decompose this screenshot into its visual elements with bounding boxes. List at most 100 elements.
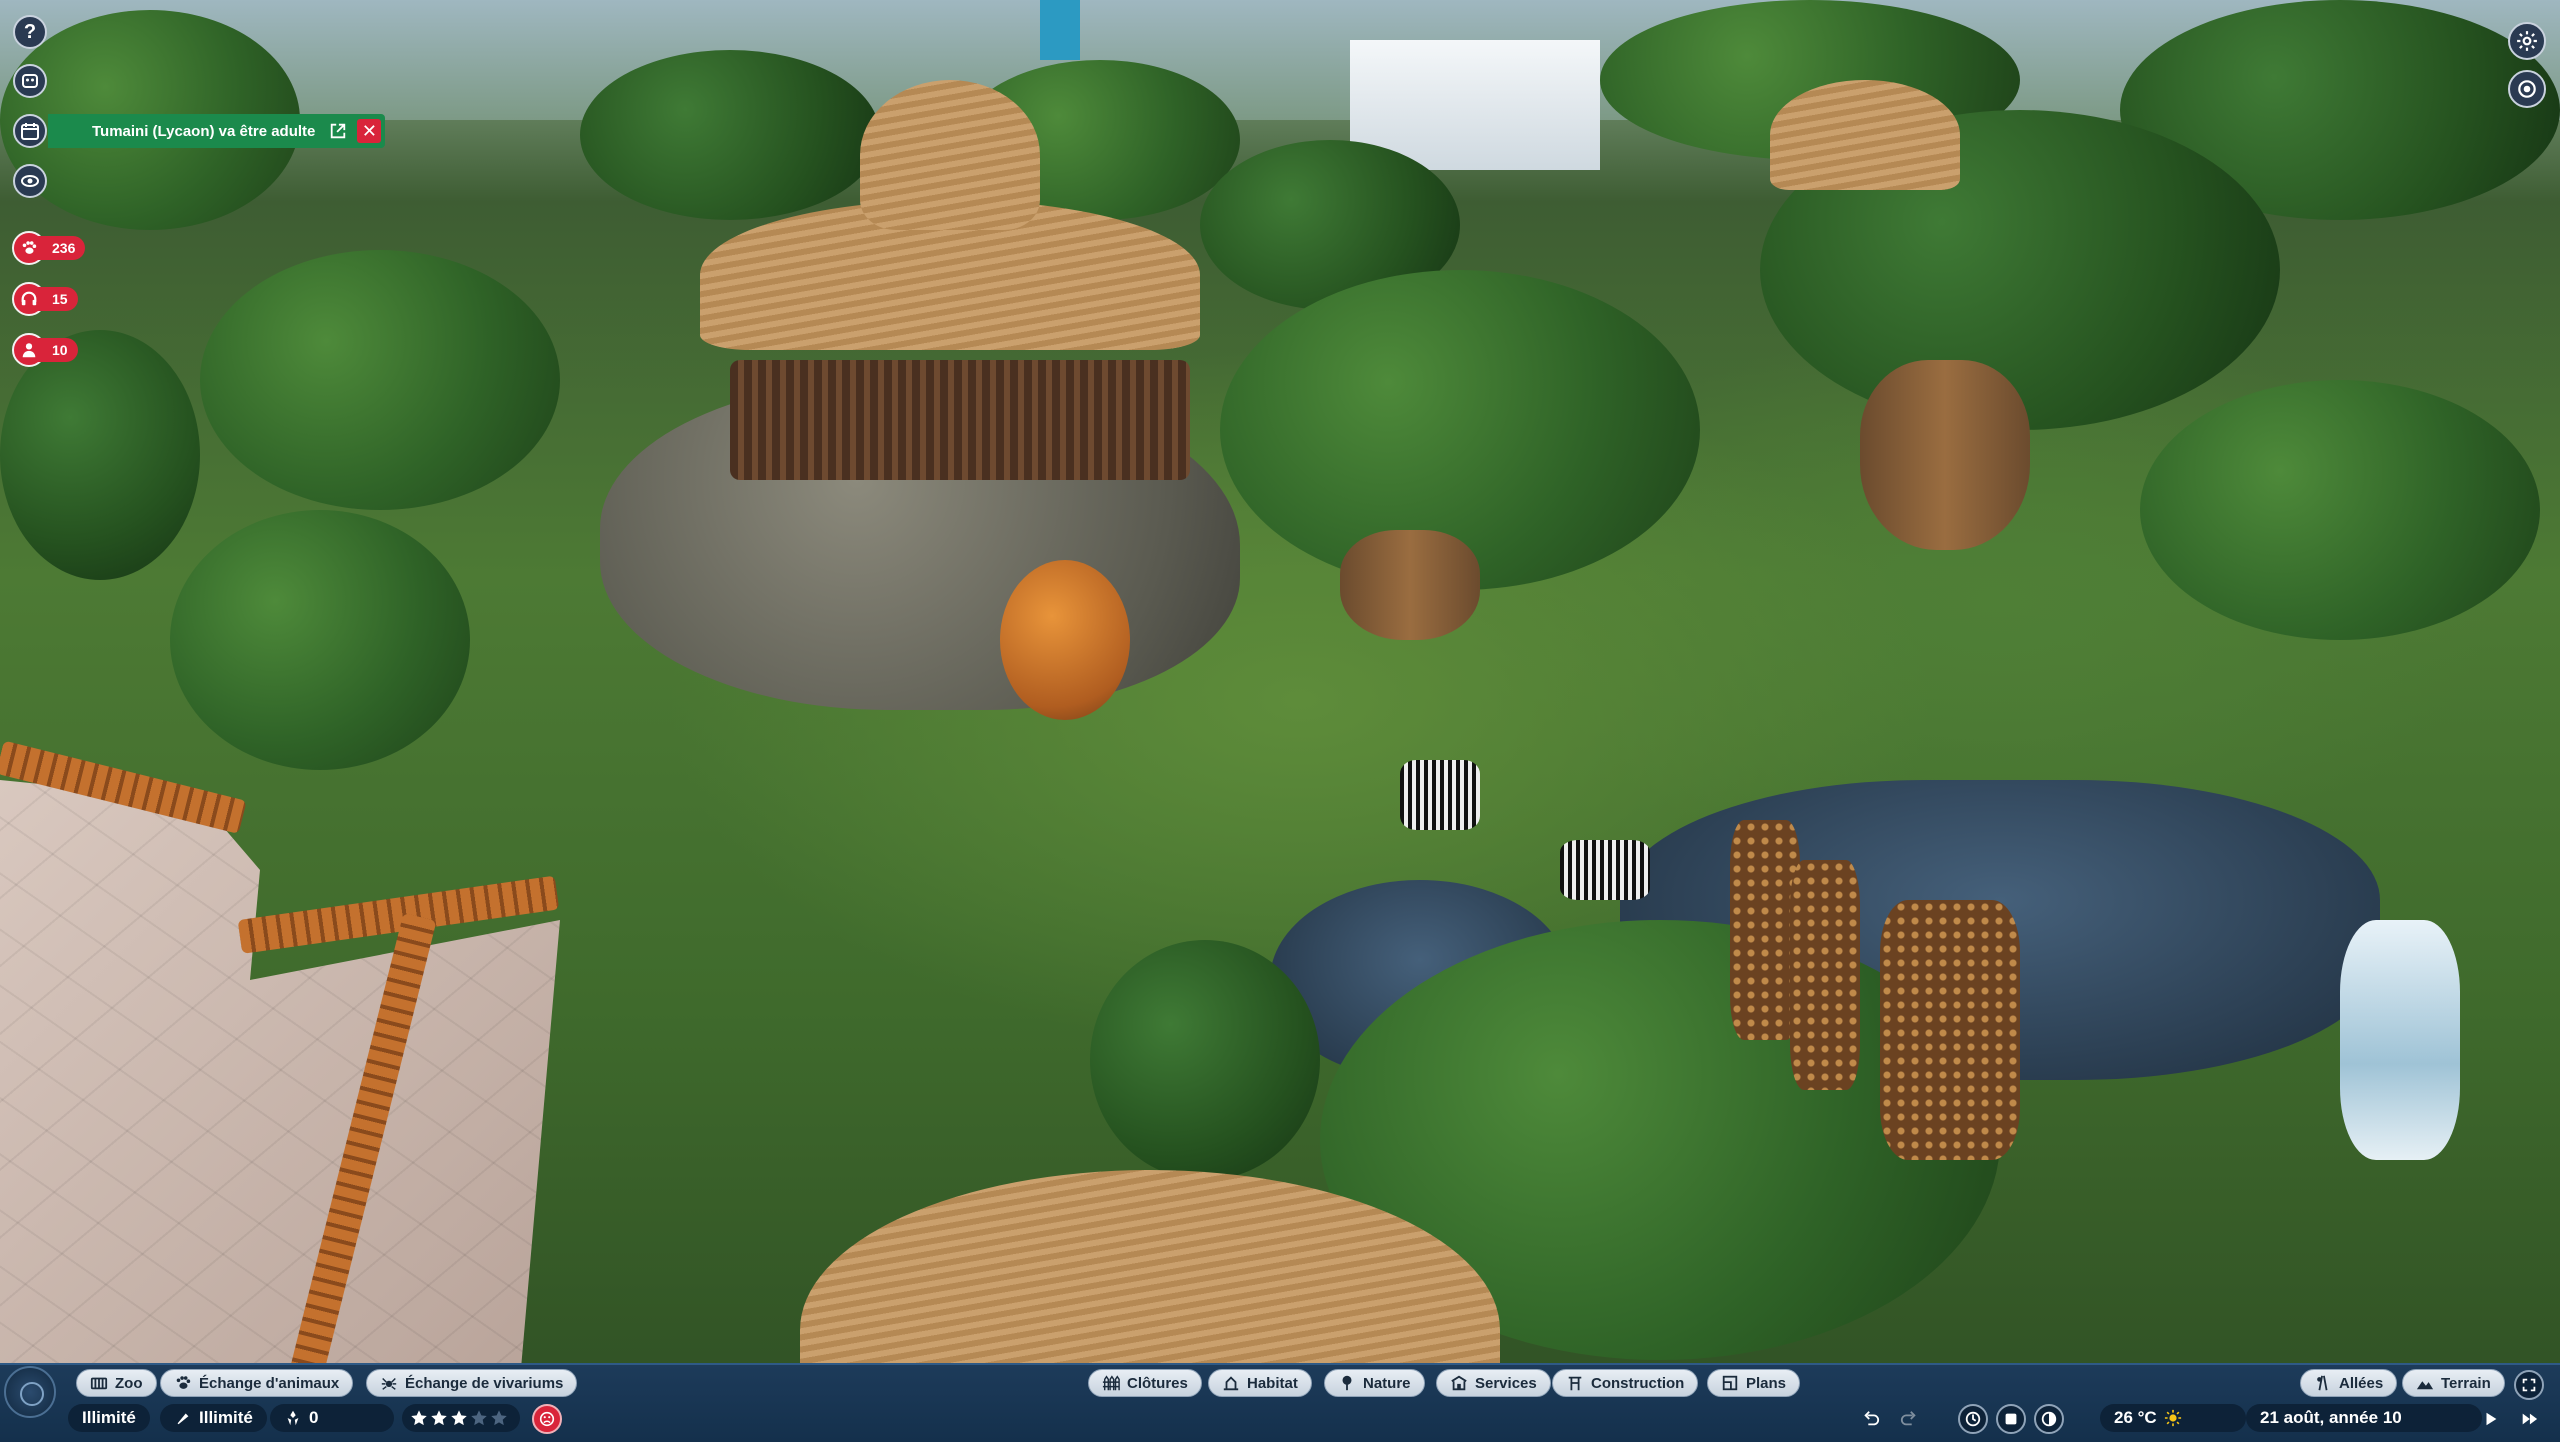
fast-forward-button[interactable] <box>2514 1404 2544 1434</box>
guests-counter[interactable]: 15 <box>12 282 78 316</box>
star-filled-icon <box>431 1410 447 1426</box>
tree <box>200 250 560 510</box>
tree <box>0 330 200 580</box>
heatmap-button[interactable] <box>2034 1404 2064 1434</box>
tab-zoo-label: Zoo <box>115 1374 143 1392</box>
sun-icon <box>2164 1409 2181 1427</box>
tab-habitat[interactable]: Habitat <box>1208 1369 1312 1397</box>
tab-plans[interactable]: Plans <box>1707 1369 1801 1397</box>
redo-icon <box>1900 1411 1916 1426</box>
tab-vivarium-trading[interactable]: Échange de vivariums <box>366 1369 578 1397</box>
tree <box>580 50 880 220</box>
spider-icon <box>381 1377 397 1390</box>
research-value: Illimité <box>199 1408 253 1427</box>
weather-display[interactable]: 26 °C <box>2100 1404 2246 1432</box>
tab-terrain-label: Terrain <box>2441 1374 2491 1392</box>
redo-button[interactable] <box>1894 1404 1924 1434</box>
hut-platform <box>730 360 1190 480</box>
paw-icon <box>176 1376 191 1389</box>
compass-button[interactable] <box>4 1366 56 1418</box>
time-pause-button[interactable] <box>1958 1404 1988 1434</box>
gear-icon <box>2517 31 2537 51</box>
fast-forward-icon <box>2522 1413 2538 1425</box>
overlay-icon <box>2005 1413 2017 1425</box>
expand-icon <box>2522 1378 2536 1392</box>
staff-count: 10 <box>38 338 78 362</box>
terrain-icon <box>2416 1381 2434 1390</box>
tree <box>170 510 470 770</box>
photo-mode-button[interactable] <box>2508 70 2546 108</box>
notification-banner[interactable]: Tumaini (Lycaon) va être adulte ✕ <box>48 114 386 148</box>
zebra <box>1400 760 1480 830</box>
game-viewport[interactable] <box>0 0 2560 1440</box>
temperature-value: 26 °C <box>2114 1408 2157 1427</box>
undo-button[interactable] <box>1856 1404 1886 1434</box>
date-value: 21 août, année 10 <box>2260 1408 2402 1427</box>
baobab-trunk <box>1860 360 2030 550</box>
hut-roof <box>1770 80 1960 190</box>
play-speed-button[interactable] <box>2476 1404 2506 1434</box>
star-empty-icon <box>471 1410 487 1426</box>
star-filled-icon <box>411 1410 427 1426</box>
tab-fences[interactable]: Clôtures <box>1088 1369 1202 1397</box>
money-value: Illimité <box>82 1408 136 1427</box>
overlay-button[interactable] <box>1996 1404 2026 1434</box>
tree <box>2140 380 2540 640</box>
animals-count: 236 <box>38 236 86 260</box>
conservation-value: 0 <box>309 1408 319 1427</box>
conservation-display[interactable]: 0 <box>270 1404 394 1432</box>
tab-habitat-label: Habitat <box>1247 1374 1298 1392</box>
habitat-icon <box>1223 1376 1239 1391</box>
tab-nature[interactable]: Nature <box>1324 1369 1425 1397</box>
camera-view-button[interactable] <box>13 164 47 198</box>
star-empty-icon <box>491 1410 507 1426</box>
face-icon <box>22 74 38 88</box>
tab-animal-trading-label: Échange d'animaux <box>199 1374 340 1392</box>
help-button[interactable]: ? <box>13 15 47 49</box>
research-icon <box>177 1413 189 1425</box>
services-icon <box>1451 1375 1467 1391</box>
calendar-icon <box>21 123 39 140</box>
stone-path <box>0 780 560 1380</box>
zoo-rating[interactable] <box>402 1404 520 1432</box>
zebra <box>1560 840 1650 900</box>
heatmap-icon <box>2041 1411 2057 1427</box>
open-external-icon[interactable] <box>325 118 351 144</box>
autumn-tree <box>1000 560 1130 720</box>
waterfall <box>2340 920 2460 1160</box>
zoo-icon <box>90 1377 108 1390</box>
eye-icon <box>21 175 39 187</box>
plans-icon <box>1722 1375 1738 1391</box>
tab-services-label: Services <box>1475 1374 1537 1392</box>
tab-construction-label: Construction <box>1591 1374 1685 1392</box>
date-display[interactable]: 21 août, année 10 <box>2246 1404 2482 1432</box>
tree <box>1090 940 1320 1180</box>
settings-button[interactable] <box>2508 22 2546 60</box>
tab-animal-trading[interactable]: Échange d'animaux <box>160 1369 354 1397</box>
guest-mood-button[interactable] <box>532 1404 562 1434</box>
close-notification-button[interactable]: ✕ <box>357 119 382 143</box>
tab-vivarium-trading-label: Échange de vivariums <box>405 1374 564 1392</box>
giraffe <box>1880 900 2020 1160</box>
staff-counter[interactable]: 10 <box>12 333 78 367</box>
tab-services[interactable]: Services <box>1436 1369 1551 1397</box>
tab-construction[interactable]: Construction <box>1552 1369 1699 1397</box>
notification-text: Tumaini (Lycaon) va être adulte <box>92 122 316 140</box>
fence-icon <box>1102 1375 1120 1391</box>
guests-overview-button[interactable] <box>13 64 47 98</box>
calendar-button[interactable] <box>13 114 47 148</box>
path-icon <box>2317 1375 2328 1391</box>
undo-icon <box>1864 1411 1880 1426</box>
tab-terrain[interactable]: Terrain <box>2402 1369 2505 1397</box>
construction-icon <box>1568 1376 1582 1391</box>
camera-lens-icon <box>2518 80 2536 98</box>
tab-paths[interactable]: Allées <box>2300 1369 2398 1397</box>
research-display[interactable]: Illimité <box>160 1404 267 1432</box>
tab-fences-label: Clôtures <box>1127 1374 1188 1392</box>
animals-counter[interactable]: 236 <box>12 231 86 265</box>
tab-nature-label: Nature <box>1363 1374 1411 1392</box>
hut-roof-top <box>860 80 1040 230</box>
money-display[interactable]: Illimité <box>68 1404 150 1432</box>
tab-zoo[interactable]: Zoo <box>76 1369 157 1397</box>
expand-toolbar-button[interactable] <box>2514 1370 2544 1400</box>
